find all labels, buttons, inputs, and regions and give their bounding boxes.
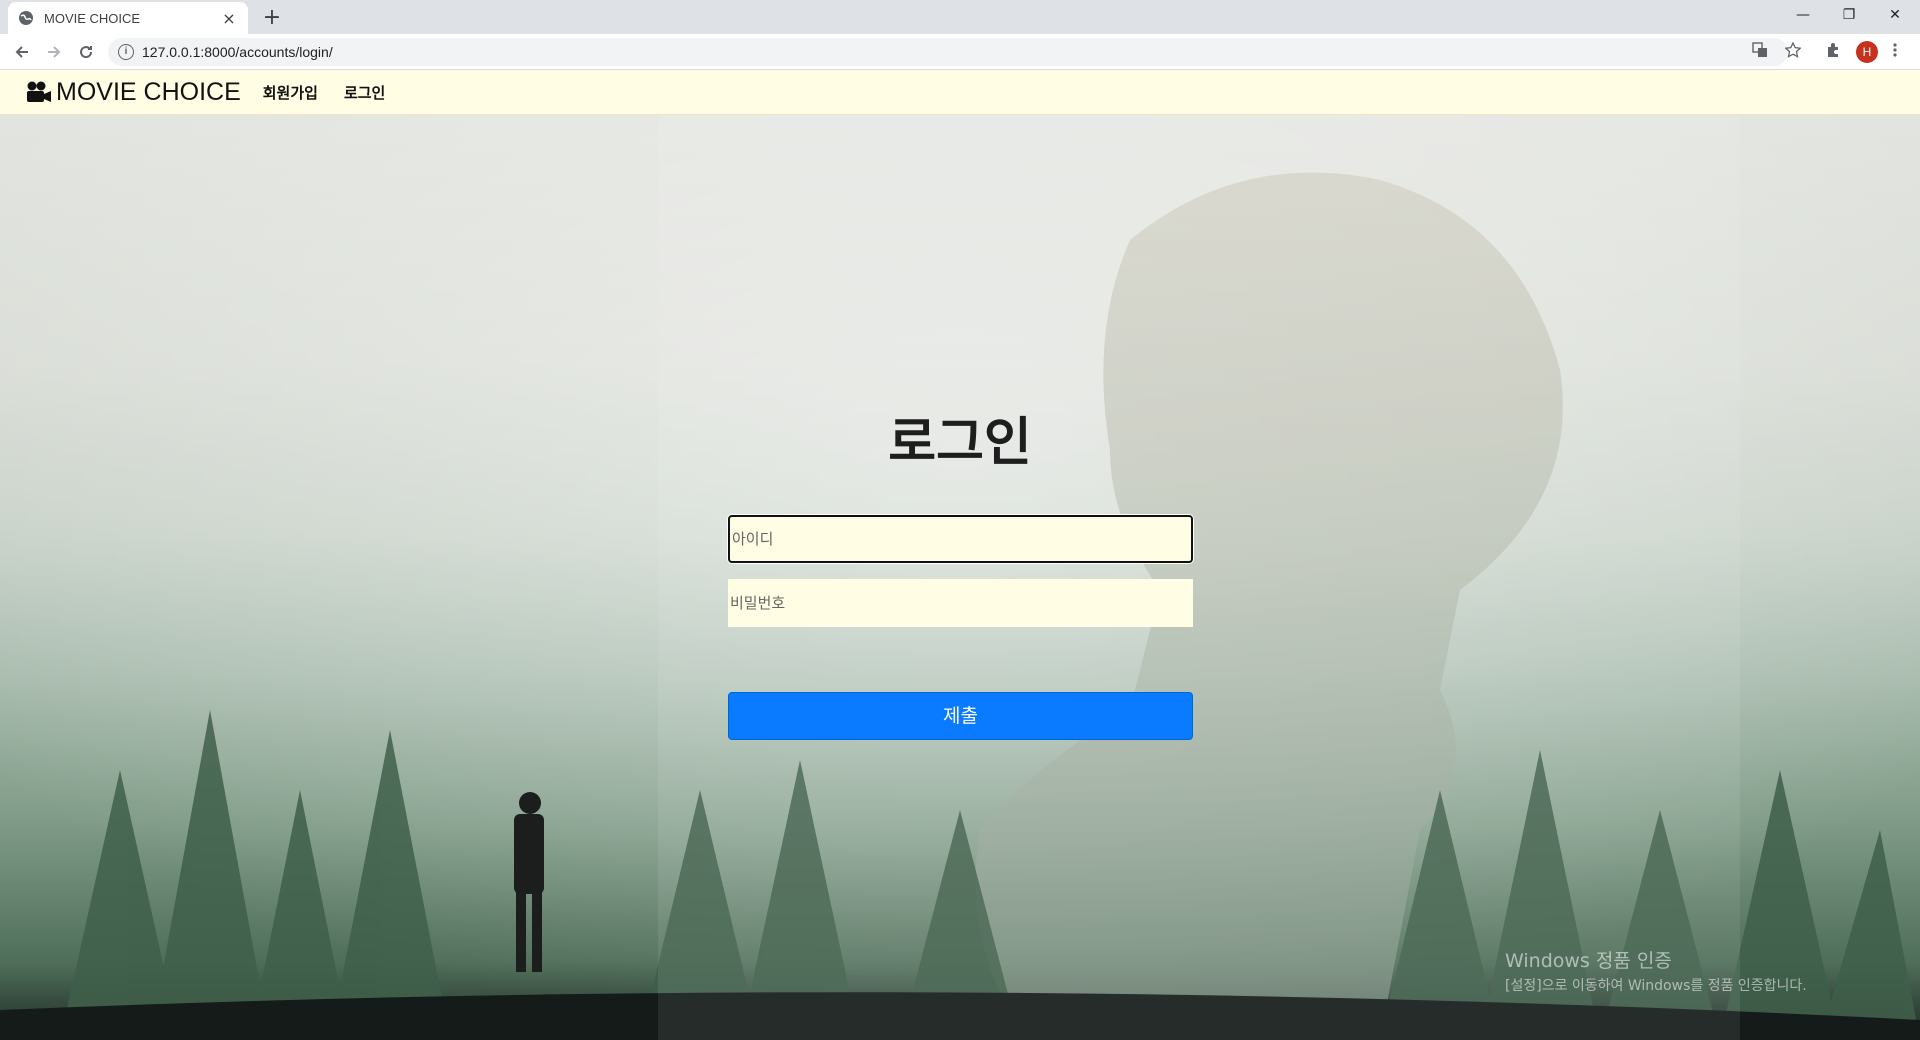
url-text: 127.0.0.1:8000/accounts/login/ (142, 44, 333, 60)
page-viewport: MOVIE CHOICE 회원가입 로그인 로그인 제출 Windows 정품 … (0, 70, 1920, 1040)
address-bar[interactable]: i 127.0.0.1:8000/accounts/login/ (108, 38, 1788, 66)
reload-icon[interactable] (72, 38, 100, 66)
watermark-line-1: Windows 정품 인증 (1505, 950, 1672, 972)
browser-tabstrip: MOVIE CHOICE × + — ❐ ✕ (0, 0, 1920, 34)
video-camera-icon (27, 81, 51, 102)
watermark-line-2: [설정]으로 이동하여 Windows를 정품 인증합니다. (1505, 978, 1807, 994)
globe-icon (19, 11, 33, 25)
brand-name: MOVIE CHOICE (56, 77, 241, 106)
browser-tab[interactable]: MOVIE CHOICE × (8, 2, 248, 34)
site-navbar: MOVIE CHOICE 회원가입 로그인 (0, 70, 1920, 115)
windows-activation-watermark: Windows 정품 인증 [설정]으로 이동하여 Windows를 정품 인증… (1505, 946, 1807, 995)
translate-icon[interactable] (1752, 42, 1768, 62)
restore-button[interactable]: ❐ (1826, 0, 1872, 30)
menu-dots-icon[interactable] (1892, 42, 1898, 62)
bookmark-star-icon[interactable] (1784, 41, 1802, 62)
brand-logo[interactable]: MOVIE CHOICE (26, 78, 241, 107)
site-info-icon[interactable]: i (118, 44, 134, 60)
submit-button[interactable]: 제출 (728, 692, 1193, 740)
login-title: 로그인 (888, 413, 1032, 473)
nav-link-login[interactable]: 로그인 (344, 82, 385, 103)
profile-avatar[interactable]: H (1856, 41, 1878, 63)
password-input[interactable] (728, 579, 1193, 627)
nav-link-signup[interactable]: 회원가입 (263, 82, 318, 103)
forward-arrow-icon[interactable] (40, 38, 68, 66)
new-tab-button[interactable]: + (258, 4, 286, 32)
tab-close-icon[interactable]: × (220, 9, 238, 28)
window-close-button[interactable]: ✕ (1872, 0, 1918, 30)
username-input[interactable] (728, 515, 1193, 563)
tab-title: MOVIE CHOICE (44, 10, 141, 26)
content-panel (658, 115, 1740, 1040)
minimize-button[interactable]: — (1780, 0, 1826, 30)
extensions-icon[interactable] (1825, 42, 1841, 62)
back-arrow-icon[interactable] (8, 38, 36, 66)
browser-toolbar: i 127.0.0.1:8000/accounts/login/ H (0, 34, 1920, 70)
